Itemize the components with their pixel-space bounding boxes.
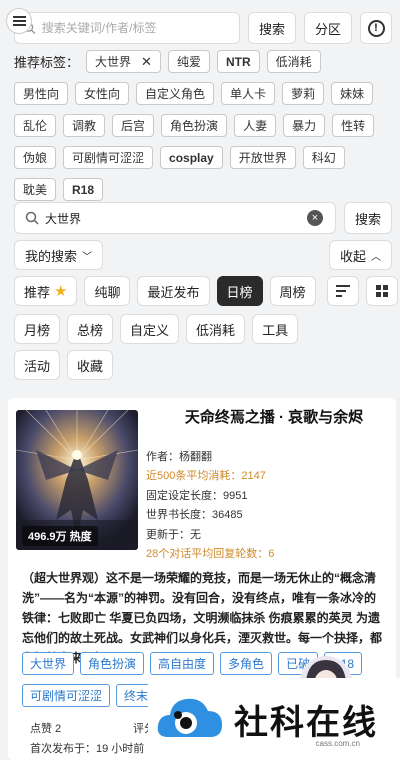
- tag[interactable]: 纯爱: [167, 50, 210, 73]
- my-search-row: 我的搜索 ﹀ 收起 ︿: [14, 240, 392, 270]
- filter-events[interactable]: 活动: [14, 350, 61, 380]
- watermark-text: 社科在线: [234, 702, 378, 743]
- filter-row-2: 月榜 总榜 自定义 低消耗 工具: [14, 314, 392, 344]
- active-search-value[interactable]: 大世界: [45, 210, 301, 227]
- cover-image[interactable]: 496.9万 热度: [16, 410, 138, 550]
- tag[interactable]: 男性向: [14, 82, 69, 105]
- tag[interactable]: 伪娘: [14, 146, 57, 169]
- search-button-2[interactable]: 搜索: [343, 202, 392, 234]
- filter-recommend-label: 推荐: [24, 284, 51, 300]
- filter-low-cost[interactable]: 低消耗: [186, 314, 246, 344]
- category-button[interactable]: 分区: [303, 12, 352, 44]
- collapse-button[interactable]: 收起 ︿: [328, 240, 392, 270]
- tags-label: 推荐标签：: [14, 55, 80, 70]
- author[interactable]: 作者：杨翻翻: [146, 448, 274, 467]
- watermark-url: cass.com.cn: [315, 739, 360, 748]
- filter-recommend[interactable]: 推荐 ★: [14, 276, 78, 306]
- clear-icon[interactable]: ×: [306, 210, 323, 226]
- sort-button[interactable]: [326, 276, 359, 306]
- tag[interactable]: 低消耗: [266, 50, 321, 73]
- chip[interactable]: 多角色: [220, 652, 273, 675]
- sort-icon: [335, 285, 350, 297]
- info-button[interactable]: !: [360, 12, 392, 44]
- tag[interactable]: 妹妹: [331, 82, 374, 105]
- tag[interactable]: NTR: [216, 50, 260, 73]
- first-published: 首次发布于：19 小时前: [30, 743, 145, 755]
- avg-rounds: 28个对话平均回复轮数：6: [146, 548, 275, 561]
- hamburger-icon: [12, 20, 26, 22]
- heat-badge: 496.9万 热度: [22, 526, 98, 546]
- filter-tools[interactable]: 工具: [252, 314, 299, 344]
- star-icon: ★: [54, 283, 68, 300]
- top-search-bar: 搜索 分区 !: [14, 12, 392, 44]
- menu-button[interactable]: [6, 8, 32, 34]
- filter-total[interactable]: 总榜: [67, 314, 114, 344]
- tag-selected-label: 大世界: [95, 55, 132, 69]
- tag[interactable]: cosplay: [160, 146, 223, 169]
- info-icon: !: [367, 19, 385, 37]
- collapse-label: 收起: [339, 248, 366, 264]
- card-meta: 作者：杨翻翻 近500条平均消耗：2147 固定设定长度：9951 世界书长度：…: [146, 448, 274, 564]
- card-title[interactable]: 天命终焉之播 · 哀歌与余烬: [158, 406, 390, 427]
- likes: 点赞 2: [30, 723, 62, 735]
- chip[interactable]: 大世界: [22, 652, 75, 675]
- tag[interactable]: R18: [63, 178, 104, 201]
- grid-view-button[interactable]: [365, 276, 398, 306]
- world-length: 世界书长度：36485: [146, 509, 243, 522]
- search-input[interactable]: [41, 21, 239, 35]
- filter-recent[interactable]: 最近发布: [137, 276, 210, 306]
- search-icon: [25, 211, 39, 225]
- tag[interactable]: 人妻: [234, 114, 277, 137]
- tag[interactable]: 角色扮演: [161, 114, 228, 137]
- tag[interactable]: 可剧情可涩涩: [63, 146, 154, 169]
- search-button[interactable]: 搜索: [247, 12, 296, 44]
- tag[interactable]: 开放世界: [229, 146, 296, 169]
- grid-icon: [375, 285, 388, 297]
- tag[interactable]: 萝莉: [282, 82, 325, 105]
- remove-tag-icon[interactable]: ✕: [141, 54, 152, 70]
- filter-daily[interactable]: 日榜: [216, 276, 263, 306]
- chip[interactable]: 角色扮演: [80, 652, 145, 675]
- watermark: 社科在线 cass.com.cn: [148, 678, 400, 760]
- active-search-bar: 大世界 × 搜索: [14, 202, 392, 234]
- filter-favorites[interactable]: 收藏: [67, 350, 114, 380]
- tag[interactable]: 调教: [63, 114, 106, 137]
- tag[interactable]: 暴力: [283, 114, 326, 137]
- fixed-length: 固定设定长度：9951: [146, 489, 248, 502]
- avg-cost: 近500条平均消耗：2147: [146, 470, 266, 483]
- active-search-box[interactable]: 大世界 ×: [14, 202, 336, 234]
- my-search-label: 我的搜索: [25, 248, 78, 264]
- update-time: 更新于：无: [146, 528, 201, 541]
- tag[interactable]: 性转: [332, 114, 375, 137]
- filter-weekly[interactable]: 周榜: [269, 276, 316, 306]
- tag[interactable]: 耽美: [14, 178, 57, 201]
- filter-chat[interactable]: 纯聊: [84, 276, 131, 306]
- filter-row-3: 活动 收藏: [14, 350, 392, 380]
- tag[interactable]: 自定义角色: [136, 82, 215, 105]
- tag[interactable]: 后宫: [112, 114, 155, 137]
- my-search-dropdown[interactable]: 我的搜索 ﹀: [14, 240, 104, 270]
- tag[interactable]: 乱伦: [14, 114, 57, 137]
- filter-monthly[interactable]: 月榜: [14, 314, 61, 344]
- tag[interactable]: 单人卡: [221, 82, 276, 105]
- chip[interactable]: 高自由度: [150, 652, 215, 675]
- recommended-tags: 推荐标签： 大世界 ✕ 纯爱 NTR 低消耗 男性向 女性向 自定义角色 单人卡 …: [14, 50, 392, 210]
- tag[interactable]: 科幻: [302, 146, 345, 169]
- chevron-down-icon: ﹀: [82, 251, 93, 263]
- tag[interactable]: 女性向: [75, 82, 130, 105]
- tag-selected[interactable]: 大世界 ✕: [86, 50, 161, 73]
- cloud-logo-icon: [157, 698, 222, 737]
- filter-custom[interactable]: 自定义: [120, 314, 180, 344]
- chevron-up-icon: ︿: [371, 251, 381, 263]
- chip[interactable]: 可剧情可涩涩: [22, 684, 111, 707]
- search-box[interactable]: [14, 12, 240, 44]
- filter-row-1: 推荐 ★ 纯聊 最近发布 日榜 周榜: [14, 276, 398, 306]
